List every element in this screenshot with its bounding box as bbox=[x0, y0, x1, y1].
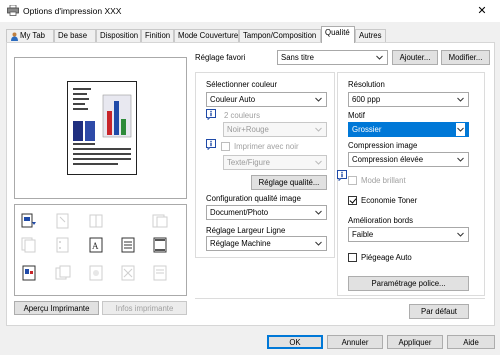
print-black-checkbox bbox=[221, 142, 230, 151]
auto-trapping-label: Piégeage Auto bbox=[361, 253, 412, 262]
chevron-down-icon bbox=[457, 232, 464, 237]
line-width-dropdown[interactable]: Réglage Machine bbox=[206, 236, 327, 251]
default-button[interactable]: Par défaut bbox=[409, 304, 469, 319]
staple-icon bbox=[56, 213, 69, 229]
favorite-select[interactable]: Sans titre bbox=[277, 50, 388, 65]
glossy-mode-label: Mode brillant bbox=[361, 176, 406, 185]
edge-enhancement-label: Amélioration bords bbox=[348, 216, 414, 225]
line-width-label: Réglage Largeur Ligne bbox=[206, 226, 286, 235]
copies-icon bbox=[21, 237, 36, 253]
auto-trapping-checkbox[interactable] bbox=[348, 253, 357, 262]
booklet-icon bbox=[89, 214, 103, 228]
tab-mode-couverture[interactable]: Mode Couverture bbox=[174, 29, 239, 43]
chevron-down-icon bbox=[315, 160, 322, 165]
resolution-label: Résolution bbox=[348, 80, 385, 89]
info-icon bbox=[206, 139, 216, 150]
list-icon bbox=[153, 265, 167, 281]
favorite-label: Réglage favori bbox=[195, 53, 246, 62]
tab-disposition[interactable]: Disposition bbox=[96, 29, 141, 43]
select-color-label: Sélectionner couleur bbox=[206, 80, 278, 89]
compression-label: Compression image bbox=[348, 141, 418, 150]
chevron-down-icon bbox=[457, 97, 464, 102]
help-button[interactable]: Aide bbox=[447, 335, 495, 349]
text-figure-dropdown: Texte/Figure bbox=[223, 155, 327, 170]
document-preview-icon bbox=[67, 81, 137, 175]
pattern-dropdown[interactable]: Grossier bbox=[348, 122, 469, 137]
edge-enhancement-dropdown[interactable]: Faible bbox=[348, 227, 469, 242]
pattern-label: Motif bbox=[348, 111, 365, 120]
chevron-down-icon bbox=[315, 210, 322, 215]
tab-my-tab[interactable]: My Tab bbox=[6, 29, 54, 43]
infos-imprimante-button: Infos imprimante bbox=[102, 301, 187, 315]
function-icon-grid: A bbox=[14, 204, 187, 296]
window-title: Options d'impression XXX bbox=[23, 6, 122, 16]
select-color-dropdown[interactable]: Couleur Auto bbox=[206, 92, 327, 107]
toner-save-label: Economie Toner bbox=[361, 196, 418, 205]
chevron-down-icon bbox=[315, 127, 322, 132]
tab-qualite[interactable]: Qualité bbox=[321, 26, 355, 43]
watermark-icon bbox=[89, 265, 103, 281]
title-bar: Options d'impression XXX ✕ bbox=[0, 0, 500, 22]
two-colors-dropdown: Noir+Rouge bbox=[223, 122, 327, 137]
info-icon bbox=[337, 170, 347, 181]
chevron-down-icon bbox=[376, 55, 383, 60]
ok-button[interactable]: OK bbox=[267, 335, 323, 349]
ajouter-button[interactable]: Ajouter... bbox=[392, 50, 438, 65]
chevron-down-icon bbox=[315, 97, 322, 102]
toner-save-checkbox[interactable] bbox=[348, 196, 357, 205]
close-button[interactable]: ✕ bbox=[470, 2, 494, 20]
chevron-down-icon bbox=[315, 241, 322, 246]
chevron-down-icon bbox=[457, 157, 464, 162]
resolution-dropdown[interactable]: 600 ppp bbox=[348, 92, 469, 107]
person-icon bbox=[11, 32, 18, 41]
tab-autres[interactable]: Autres bbox=[355, 29, 386, 43]
separator bbox=[195, 298, 485, 299]
apply-button[interactable]: Appliquer bbox=[387, 335, 443, 349]
cover-icon bbox=[152, 214, 168, 228]
glossy-mode-checkbox bbox=[348, 176, 357, 185]
header-footer-icon bbox=[153, 237, 167, 253]
color-document-icon bbox=[22, 265, 36, 281]
modifier-button[interactable]: Modifier... bbox=[441, 50, 490, 65]
quality-settings-button[interactable]: Réglage qualité... bbox=[251, 175, 327, 190]
font-settings-button[interactable]: Paramétrage police... bbox=[348, 276, 469, 291]
info-icon bbox=[206, 109, 216, 120]
layout-icon bbox=[21, 213, 36, 228]
compression-dropdown[interactable]: Compression élevée bbox=[348, 152, 469, 167]
page-preview bbox=[14, 57, 187, 199]
punch-icon bbox=[56, 237, 69, 253]
tab-de-base[interactable]: De base bbox=[54, 29, 96, 43]
duplex-icon bbox=[121, 265, 135, 281]
printer-icon bbox=[7, 5, 19, 16]
apercu-imprimante-button[interactable]: Aperçu Imprimante bbox=[14, 301, 99, 315]
quality-config-dropdown[interactable]: Document/Photo bbox=[206, 205, 327, 220]
tab-finition[interactable]: Finition bbox=[141, 29, 174, 43]
chevron-down-icon bbox=[457, 127, 464, 132]
two-colors-label: 2 couleurs bbox=[224, 111, 260, 120]
overlay-icon bbox=[55, 265, 71, 280]
svg-text:A: A bbox=[92, 241, 99, 251]
cancel-button[interactable]: Annuler bbox=[327, 335, 383, 349]
quality-config-label: Configuration qualité image bbox=[206, 194, 301, 203]
text-stamp-icon: A bbox=[89, 237, 103, 253]
document-icon bbox=[121, 237, 135, 253]
tab-tampon-composition[interactable]: Tampon/Composition bbox=[239, 29, 321, 43]
print-black-label: Imprimer avec noir bbox=[234, 142, 299, 151]
